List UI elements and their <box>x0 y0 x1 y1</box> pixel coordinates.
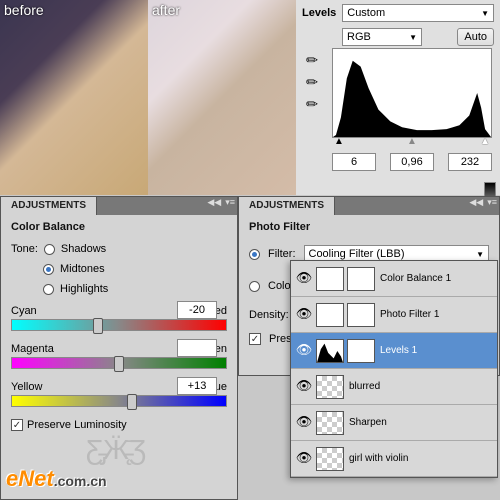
slider-thumb[interactable] <box>93 318 103 334</box>
layer-row[interactable]: 👁 Photo Filter 1 <box>291 297 497 333</box>
channel-value: RGB <box>347 31 371 43</box>
input-gamma-value[interactable]: 0,96 <box>390 153 434 171</box>
layer-mask[interactable] <box>347 267 375 291</box>
color-radio[interactable] <box>249 281 260 292</box>
density-label: Density: <box>249 309 289 321</box>
input-white-value[interactable]: 232 <box>448 153 492 171</box>
before-image: before <box>0 0 148 195</box>
levels-panel: Levels Custom ▼ RGB ▼ Auto ✎ ✎ ✎ ▲ ▲ ▲ 6… <box>296 0 500 195</box>
collapse-icon[interactable]: ◀◀ <box>469 197 483 208</box>
input-black-value[interactable]: 6 <box>332 153 376 171</box>
white-eyedropper-icon[interactable]: ✎ <box>299 91 324 116</box>
slider-left-label: Yellow <box>11 381 42 393</box>
midtones-label: Midtones <box>60 263 105 275</box>
layers-popup: 👁 Color Balance 1 👁 Photo Filter 1 👁 Lev… <box>290 260 498 478</box>
slider-left-label: Cyan <box>11 305 37 317</box>
midtones-radio[interactable] <box>43 264 54 275</box>
slider-value[interactable]: +13 <box>177 377 217 395</box>
levels-preset-select[interactable]: Custom ▼ <box>342 4 494 22</box>
layer-row[interactable]: 👁 Color Balance 1 <box>291 261 497 297</box>
preserve-luminosity-label: Preserve Luminosity <box>27 419 127 431</box>
after-image: after <box>148 0 296 195</box>
visibility-icon[interactable]: 👁 <box>295 270 313 288</box>
levels-title: Levels <box>302 7 336 19</box>
layer-row[interactable]: 👁 girl with violin <box>291 441 497 477</box>
photo-filter-title: Photo Filter <box>239 215 499 239</box>
shadows-label: Shadows <box>61 243 106 255</box>
layer-name: Photo Filter 1 <box>378 309 493 320</box>
layer-name: Levels 1 <box>378 345 493 356</box>
eyedropper-group: ✎ ✎ ✎ <box>302 52 322 112</box>
layer-thumbnail[interactable] <box>316 303 344 327</box>
slider-value[interactable] <box>177 339 217 357</box>
watermark-suffix: .com.cn <box>54 473 107 489</box>
menu-icon[interactable]: ▾≡ <box>225 197 235 208</box>
filter-value: Cooling Filter (LBB) <box>309 248 405 260</box>
layer-name: girl with violin <box>347 453 493 464</box>
layer-mask[interactable] <box>347 339 375 363</box>
highlights-label: Highlights <box>60 283 108 295</box>
filter-radio[interactable] <box>249 249 260 260</box>
slider-thumb[interactable] <box>127 394 137 410</box>
panel-tabbar: ADJUSTMENTS ◀◀ ▾≡ <box>239 197 499 215</box>
before-label: before <box>4 2 44 18</box>
layer-name: Color Balance 1 <box>378 273 493 284</box>
layer-mask[interactable] <box>347 303 375 327</box>
preserve-luminosity-checkbox[interactable]: ✓ <box>11 419 23 431</box>
chevron-down-icon: ▼ <box>481 9 489 18</box>
layer-name: blurred <box>347 381 493 392</box>
layer-thumbnail[interactable] <box>316 375 344 399</box>
channel-select[interactable]: RGB ▼ <box>342 28 422 46</box>
color-slider[interactable] <box>11 319 227 331</box>
slider-value[interactable]: -20 <box>177 301 217 319</box>
histogram[interactable] <box>332 48 492 138</box>
highlights-radio[interactable] <box>43 284 54 295</box>
watermark: eNet.com.cn <box>6 466 107 492</box>
visibility-icon[interactable]: 👁 <box>295 450 313 468</box>
visibility-icon[interactable]: 👁 <box>295 414 313 432</box>
layer-thumbnail[interactable] <box>316 339 344 363</box>
tone-label: Tone: <box>11 243 38 255</box>
filter-label: Filter: <box>268 248 296 260</box>
color-slider[interactable] <box>11 357 227 369</box>
preserve-luminosity-checkbox[interactable]: ✓ <box>249 333 261 345</box>
watermark-brand: eNet <box>6 466 54 491</box>
layer-thumbnail[interactable] <box>316 267 344 291</box>
visibility-icon[interactable]: 👁 <box>295 306 313 324</box>
collapse-icon[interactable]: ◀◀ <box>207 197 221 208</box>
slider-left-label: Magenta <box>11 343 54 355</box>
color-slider[interactable] <box>11 395 227 407</box>
adjustments-tab[interactable]: ADJUSTMENTS <box>239 197 335 215</box>
adjustments-tab[interactable]: ADJUSTMENTS <box>1 197 97 215</box>
preview-area: before after <box>0 0 296 195</box>
menu-icon[interactable]: ▾≡ <box>487 197 497 208</box>
levels-preset-value: Custom <box>347 7 385 19</box>
layer-row[interactable]: 👁 Levels 1 <box>291 333 497 369</box>
color-balance-title: Color Balance <box>1 215 237 239</box>
layer-name: Sharpen <box>347 417 493 428</box>
histogram-area: ▲ ▲ ▲ 6 0,96 232 <box>332 48 492 171</box>
visibility-icon[interactable]: 👁 <box>295 378 313 396</box>
visibility-icon[interactable]: 👁 <box>295 342 313 360</box>
shadows-radio[interactable] <box>44 244 55 255</box>
layer-thumbnail[interactable] <box>316 411 344 435</box>
layer-thumbnail[interactable] <box>316 447 344 471</box>
slider-thumb[interactable] <box>114 356 124 372</box>
panel-tabbar: ADJUSTMENTS ◀◀ ▾≡ <box>1 197 237 215</box>
chevron-down-icon: ▼ <box>409 33 417 42</box>
layer-row[interactable]: 👁 Sharpen <box>291 405 497 441</box>
chevron-down-icon: ▼ <box>476 250 484 259</box>
butterfly-icon: Ƹ̵̡Ӝ̵̨̄Ʒ <box>86 434 146 466</box>
after-label: after <box>152 2 180 18</box>
layer-row[interactable]: 👁 blurred <box>291 369 497 405</box>
auto-button[interactable]: Auto <box>457 28 494 46</box>
